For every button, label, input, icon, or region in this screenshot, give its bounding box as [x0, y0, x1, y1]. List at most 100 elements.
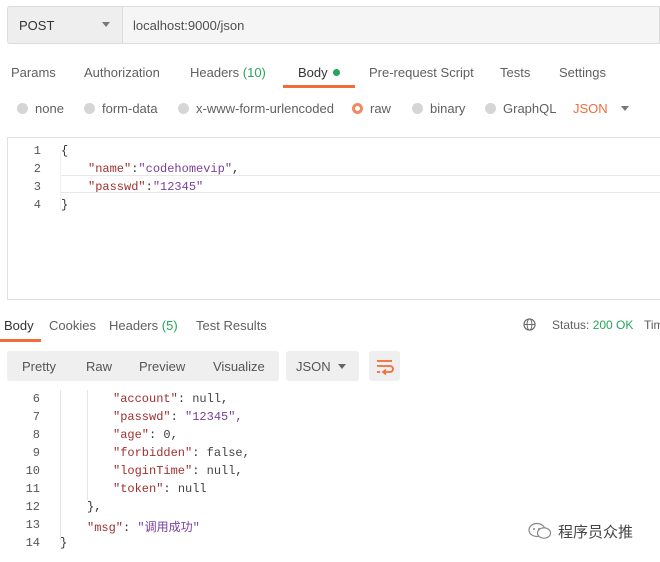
chevron-down-icon	[102, 22, 110, 27]
json-key: "passwd"	[113, 410, 171, 424]
line-number: 10	[25, 464, 40, 478]
view-visualize-button[interactable]: Visualize	[213, 359, 265, 374]
code-line: "token": null	[113, 482, 207, 496]
watermark: 程序员众推	[528, 521, 633, 542]
json-value: null,	[192, 392, 229, 406]
json-key: "msg"	[87, 521, 124, 535]
line-number: 1	[33, 144, 41, 158]
request-body-editor[interactable]: 1 { 2 "name":"codehomevip", 3 "passwd":"…	[7, 137, 660, 300]
json-value: null	[177, 482, 207, 496]
active-tab-indicator	[0, 339, 41, 342]
response-time-label: Tim	[644, 318, 660, 332]
json-key: "token"	[113, 482, 164, 496]
tab-tests[interactable]: Tests	[500, 65, 530, 80]
line-number: 11	[25, 482, 40, 496]
resp-tab-cookies[interactable]: Cookies	[49, 318, 96, 333]
tab-authorization[interactable]: Authorization	[84, 65, 160, 80]
radio-urlencoded[interactable]: x-www-form-urlencoded	[178, 101, 334, 116]
json-key: "age"	[113, 428, 150, 442]
resp-tab-body[interactable]: Body	[4, 318, 34, 333]
line-number: 14	[25, 536, 40, 550]
view-preview-button[interactable]: Preview	[139, 359, 185, 374]
current-line-highlight	[60, 175, 660, 193]
resp-tab-headers-label: Headers	[109, 318, 159, 333]
response-format-label: JSON	[296, 359, 331, 374]
radio-binary-label: binary	[430, 101, 466, 116]
response-format-select[interactable]: JSON	[286, 351, 359, 381]
line-number: 8	[32, 428, 40, 442]
json-value: "codehomevip"	[138, 162, 233, 176]
resp-tab-headers[interactable]: Headers (5)	[109, 318, 178, 333]
body-format-select[interactable]: JSON	[573, 101, 629, 116]
view-raw-button[interactable]: Raw	[86, 359, 112, 374]
code-line: "passwd": "12345",	[113, 410, 243, 424]
tab-params[interactable]: Params	[11, 65, 56, 80]
code-line: "age": 0,	[113, 428, 178, 442]
radio-form-data[interactable]: form-data	[84, 101, 158, 116]
radio-circle-icon	[17, 103, 28, 114]
line-number: 12	[25, 500, 40, 514]
tab-prerequest-script[interactable]: Pre-request Script	[369, 65, 474, 80]
line-number: 9	[32, 446, 40, 460]
json-value: false,	[206, 446, 250, 460]
radio-circle-icon	[485, 103, 496, 114]
globe-icon[interactable]	[523, 318, 536, 331]
json-tail: ,	[232, 162, 240, 176]
line-number: 4	[33, 198, 41, 212]
radio-selected-icon	[352, 103, 363, 114]
active-tab-indicator	[283, 85, 355, 88]
radio-form-data-label: form-data	[102, 101, 158, 116]
body-format-label: JSON	[573, 101, 608, 116]
tab-body[interactable]: Body	[298, 65, 340, 80]
status-label: Status:	[552, 318, 590, 332]
method-select[interactable]: POST	[7, 6, 123, 44]
method-label: POST	[19, 18, 55, 33]
line-number: 2	[33, 162, 41, 176]
modified-dot-icon	[332, 69, 340, 76]
radio-binary[interactable]: binary	[412, 101, 465, 116]
indent-guide	[87, 390, 88, 500]
radio-raw-label: raw	[370, 101, 391, 116]
radio-graphql[interactable]: GraphQL	[485, 101, 556, 116]
url-input[interactable]: localhost:9000/json	[123, 6, 660, 44]
chevron-down-icon	[620, 106, 629, 111]
headers-count: (10)	[242, 65, 266, 80]
json-value: null,	[206, 464, 243, 478]
tab-headers[interactable]: Headers (10)	[190, 65, 266, 80]
wrap-lines-button[interactable]	[369, 351, 400, 381]
json-value: "调用成功"	[137, 521, 200, 535]
line-number: 3	[33, 180, 41, 194]
radio-graphql-label: GraphQL	[503, 101, 557, 116]
code-line: "loginTime": null,	[113, 464, 243, 478]
resp-headers-count: (5)	[161, 318, 178, 333]
tab-settings[interactable]: Settings	[559, 65, 606, 80]
watermark-text: 程序员众推	[558, 524, 634, 541]
radio-circle-icon	[412, 103, 423, 114]
radio-raw[interactable]: raw	[352, 101, 391, 116]
json-key: "loginTime"	[113, 464, 193, 478]
code-line: "forbidden": false,	[113, 446, 250, 460]
radio-urlencoded-label: x-www-form-urlencoded	[196, 101, 334, 116]
radio-none[interactable]: none	[17, 101, 64, 116]
code-line: },	[87, 500, 102, 514]
code-line: "account": null,	[113, 392, 229, 406]
json-value: "12345",	[185, 410, 243, 424]
indent-guide	[60, 150, 61, 210]
radio-circle-icon	[84, 103, 95, 114]
line-number: 6	[32, 392, 40, 406]
wechat-icon	[528, 522, 552, 539]
tab-headers-label: Headers	[190, 65, 240, 80]
view-pretty-button[interactable]: Pretty	[22, 359, 56, 374]
json-key: "account"	[113, 392, 178, 406]
status-value: 200 OK	[592, 318, 634, 332]
json-key: "name"	[88, 162, 132, 176]
code-line: "msg": "调用成功"	[87, 521, 200, 535]
line-number: 7	[32, 410, 40, 424]
url-value: localhost:9000/json	[133, 18, 245, 33]
code-line: {	[61, 144, 69, 158]
tab-body-label: Body	[298, 65, 328, 80]
line-number: 13	[25, 518, 40, 532]
resp-tab-test-results[interactable]: Test Results	[196, 318, 267, 333]
code-line: }	[61, 198, 69, 212]
json-value: 0,	[163, 428, 178, 442]
